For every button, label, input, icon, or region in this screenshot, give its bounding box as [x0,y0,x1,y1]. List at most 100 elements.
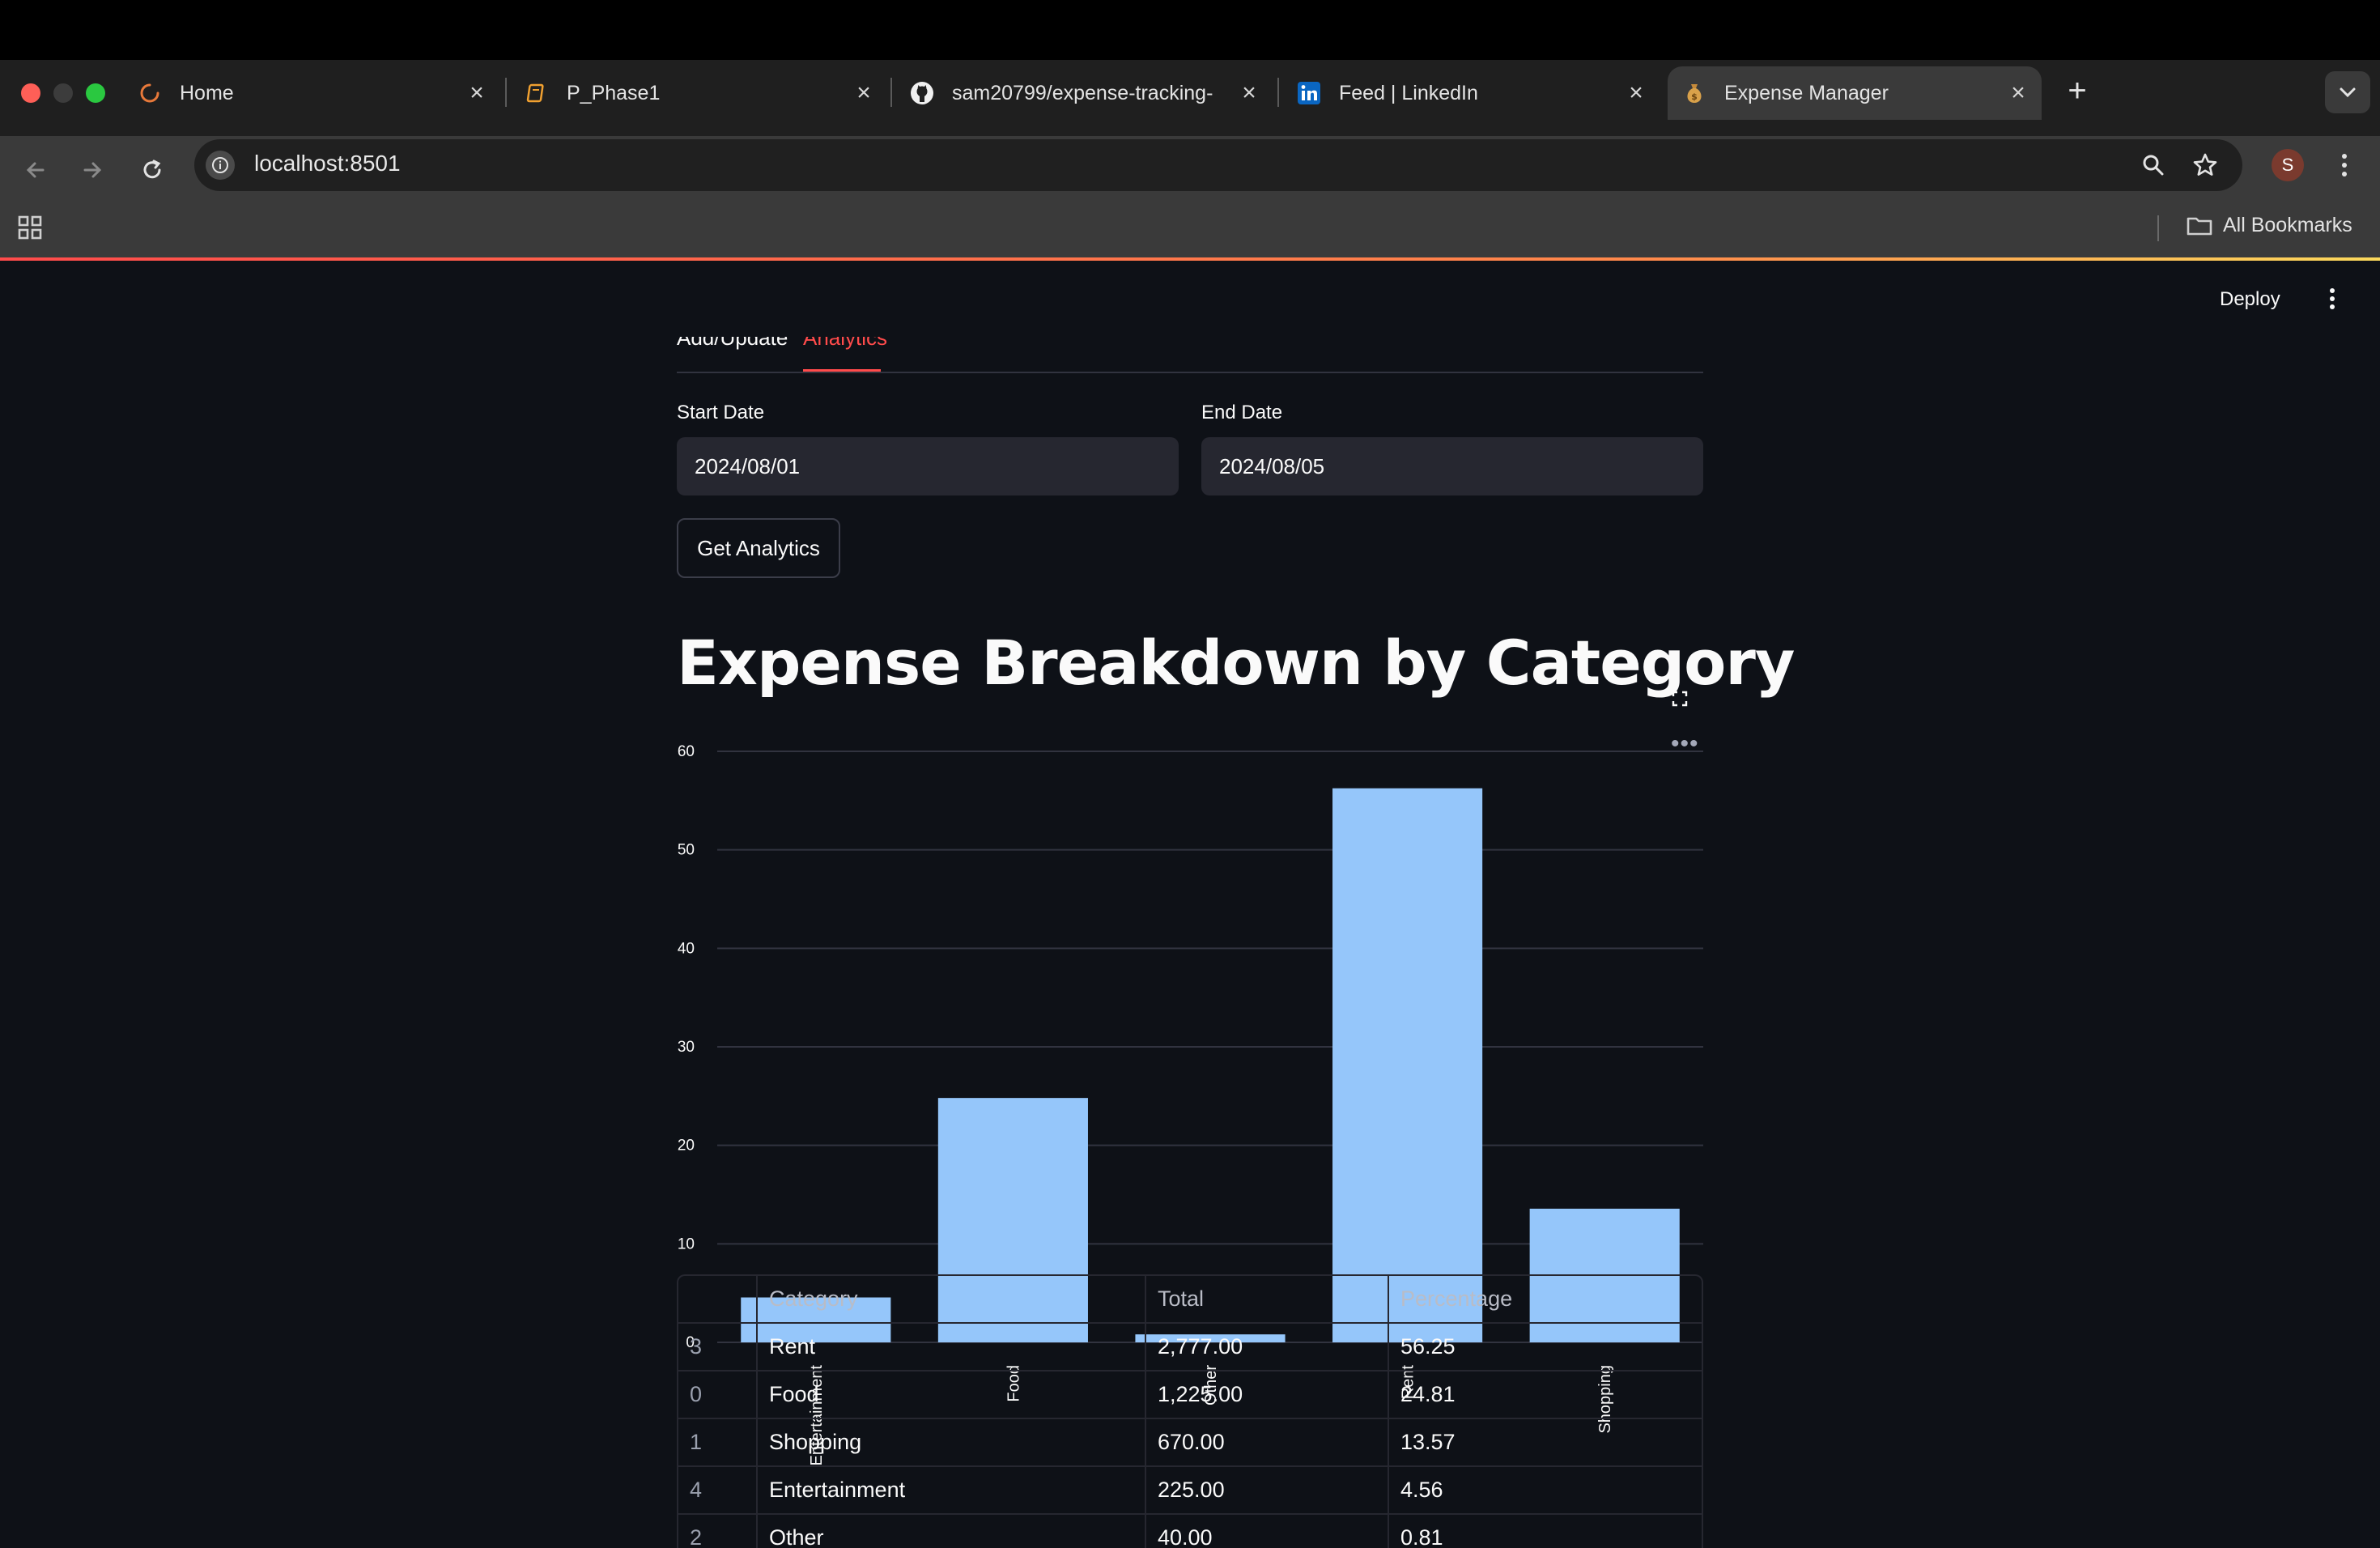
table-cell[interactable]: 1 [678,1418,758,1466]
table-row[interactable]: 3 Rent 2,777.00 56.25 [678,1323,1702,1372]
page-heading: Expense Breakdown by Category [677,627,1795,699]
close-icon[interactable]: × [1622,79,1650,107]
app-tabs: Add/Update Analytics [677,261,1703,374]
table-cell[interactable]: Other [758,1514,1146,1548]
site-info-icon[interactable] [206,151,235,180]
table-cell[interactable]: 4 [678,1466,758,1514]
table-header-row[interactable]: Category Total Percentage [678,1276,1702,1324]
table-row[interactable]: 0 Food 1,225.00 24.81 [678,1371,1702,1419]
table-cell[interactable]: 0.81 [1389,1514,1702,1548]
tab-add-update[interactable]: Add/Update [677,325,788,351]
start-date-input[interactable]: 2024/08/01 [677,437,1179,495]
tab-divider [1277,78,1279,107]
notebook-icon [525,81,549,105]
close-icon[interactable]: × [850,79,878,107]
reload-icon [143,159,161,179]
tab-divider [505,78,507,107]
column-header[interactable]: Category [758,1276,1146,1323]
table-row[interactable]: 1 Shopping 670.00 13.57 [678,1418,1702,1467]
loading-spinner-icon [138,81,162,105]
y-tick-label: 50 [678,842,695,859]
table-row[interactable]: 2 Other 40.00 0.81 [678,1514,1702,1548]
bookmarks-divider [2157,215,2159,241]
y-tick-label: 30 [678,1039,695,1056]
new-tab-button[interactable]: + [2061,74,2093,108]
chevron-down-icon [2340,87,2356,98]
apps-grid-icon[interactable] [16,214,44,245]
linkedin-icon [1297,81,1321,105]
tab-home[interactable]: Home × [138,66,491,120]
table-cell[interactable]: 40.00 [1146,1514,1389,1548]
column-header[interactable]: Total [1146,1276,1389,1323]
zoom-icon[interactable] [2136,147,2171,183]
tab-linkedin[interactable]: Feed | LinkedIn × [1297,66,1650,120]
y-tick-label: 10 [678,1235,695,1252]
minimize-window-button[interactable] [53,83,73,103]
close-icon[interactable]: × [1235,79,1263,107]
end-date-label: End Date [1201,402,1283,423]
y-tick-label: 60 [678,743,695,760]
app-main: Deploy Add/Update Analytics Deploy Start… [0,261,2380,1548]
tab-expense-manager[interactable]: $ Expense Manager × [1668,66,2042,120]
table-cell[interactable]: 56.25 [1389,1323,1702,1371]
forward-arrow-icon [83,162,102,178]
tab-title: P_Phase1 [567,81,661,104]
bookmark-star-icon[interactable] [2187,147,2223,183]
svg-text:$: $ [1691,91,1698,102]
deploy-button[interactable]: Deploy [2220,288,2280,311]
table-cell[interactable]: Shopping [758,1418,1146,1466]
tab-title: Expense Manager [1724,81,1889,104]
back-button[interactable] [13,147,58,193]
close-icon[interactable]: × [463,79,491,107]
tab-title: sam20799/expense-tracking- [952,81,1213,104]
table-cell[interactable]: 13.57 [1389,1418,1702,1466]
table-cell[interactable]: Food [758,1371,1146,1418]
table-cell[interactable]: 24.81 [1389,1371,1702,1418]
table-cell[interactable]: 3 [678,1323,758,1371]
profile-avatar[interactable]: S [2272,149,2304,181]
chart-bar [1332,788,1483,1342]
table-cell[interactable]: Entertainment [758,1466,1146,1514]
close-window-button[interactable] [21,83,40,103]
start-date-label: Start Date [677,402,765,423]
tab-search-button[interactable] [2325,71,2370,113]
table-cell[interactable]: 2,777.00 [1146,1323,1389,1371]
menu-bar-area [0,0,2380,60]
github-icon [910,81,934,105]
folder-icon [2187,217,2212,235]
column-header[interactable]: Percentage [1389,1276,1702,1323]
close-icon[interactable]: × [2004,79,2032,107]
table-row[interactable]: 4 Entertainment 225.00 4.56 [678,1466,1702,1515]
forward-button[interactable] [70,147,115,193]
table-cell[interactable]: 225.00 [1146,1466,1389,1514]
table-cell[interactable]: 0 [678,1371,758,1418]
url-text[interactable]: localhost:8501 [254,151,401,176]
tab-p-phase1[interactable]: P_Phase1 × [525,66,878,120]
end-date-input[interactable]: 2024/08/05 [1201,437,1703,495]
table-cell[interactable]: Rent [758,1323,1146,1371]
tab-divider-line [677,372,1703,373]
tab-analytics[interactable]: Analytics [803,325,887,351]
data-table[interactable]: Category Total Percentage 3 Rent 2,777.00 56.2… [677,1274,1703,1548]
table-cell[interactable]: 670.00 [1146,1418,1389,1466]
all-bookmarks-label: All Bookmarks [2223,214,2352,236]
all-bookmarks-button[interactable]: All Bookmarks [2186,214,2352,237]
tab-github[interactable]: sam20799/expense-tracking- × [910,66,1263,120]
maximize-window-button[interactable] [86,83,105,103]
y-tick-label: 20 [678,1138,695,1155]
address-bar[interactable] [194,139,2242,191]
tab-title: Home [180,81,234,104]
browser-menu-icon[interactable] [2327,147,2362,183]
table-cell[interactable]: 4.56 [1389,1466,1702,1514]
table-cell[interactable]: 2 [678,1514,758,1548]
back-arrow-icon [26,162,45,178]
bookmarks-bar [0,201,2380,257]
table-cell[interactable]: 1,225.00 [1146,1371,1389,1418]
column-header[interactable] [678,1276,758,1323]
tab-title: Feed | LinkedIn [1339,81,1478,104]
money-bag-icon: $ [1682,81,1706,105]
fullscreen-icon[interactable] [1668,687,1692,711]
get-analytics-button[interactable]: Get Analytics [677,518,840,578]
reload-button[interactable] [130,147,175,193]
main-menu-button[interactable] [2320,285,2344,313]
